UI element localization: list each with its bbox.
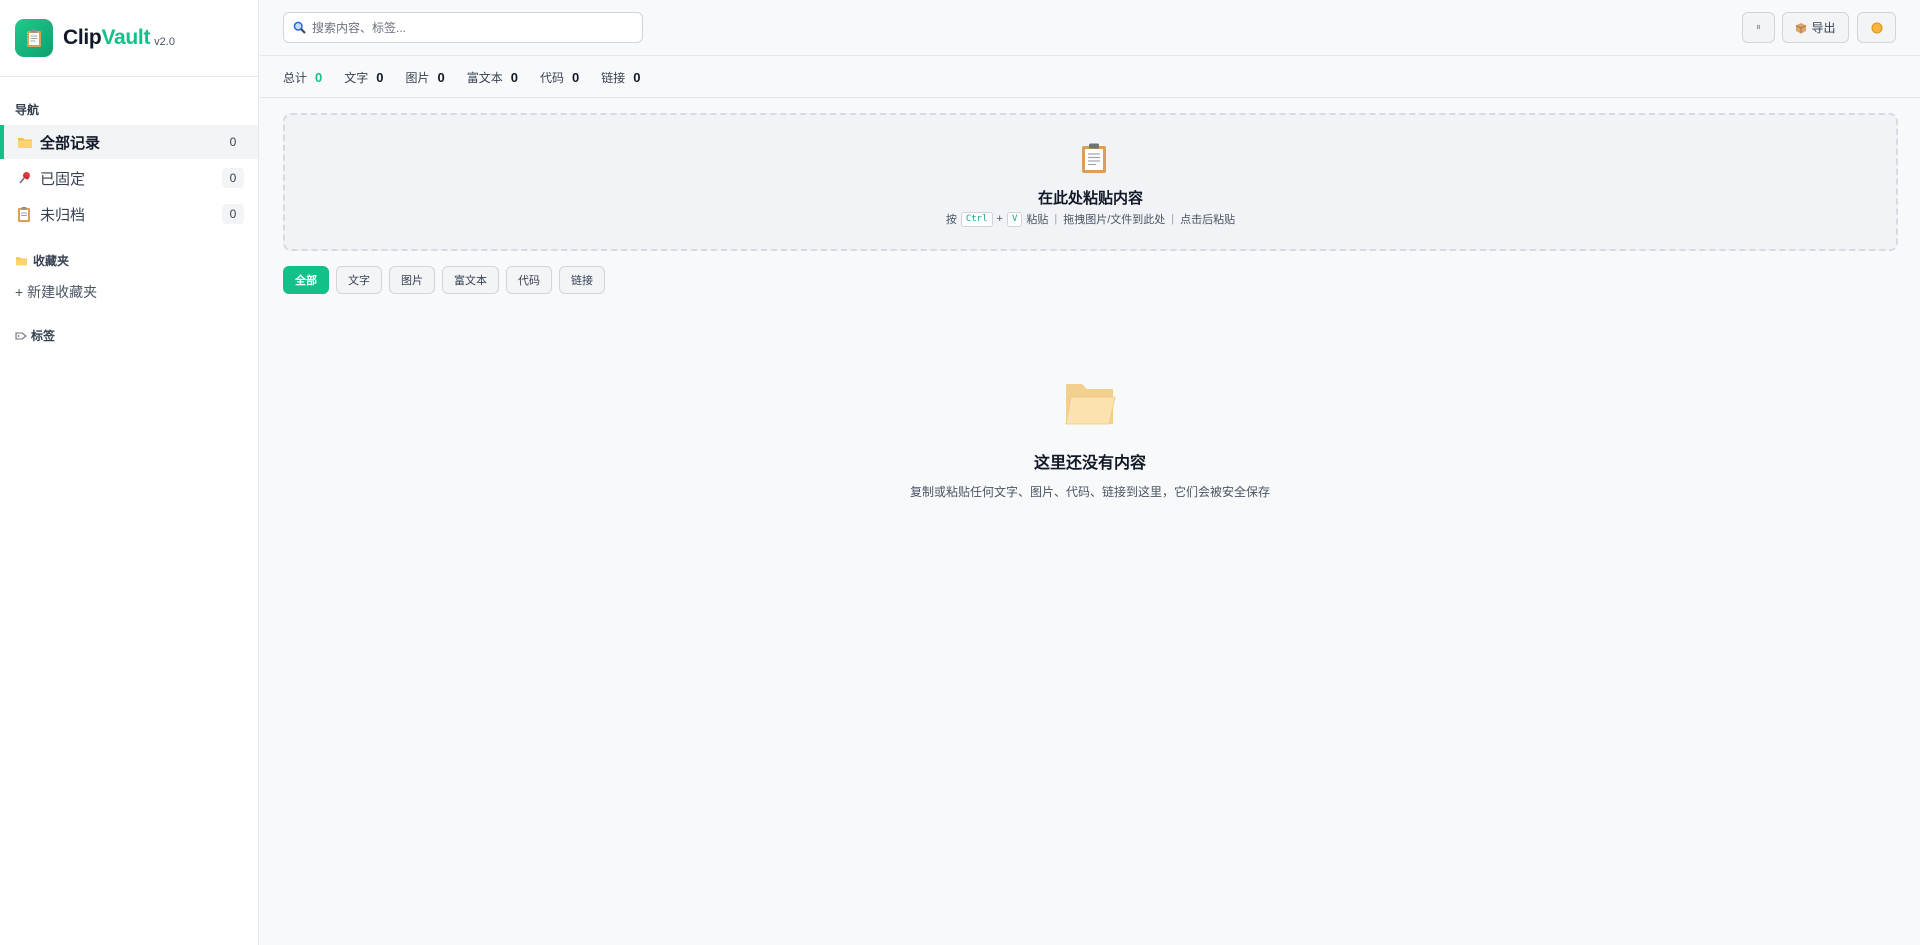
sidebar-item-count: 0 [222, 204, 244, 224]
pin-icon [17, 170, 37, 186]
tag-icon [15, 331, 27, 341]
hint-plus: + [996, 213, 1003, 225]
tags-heading-label: 标签 [31, 329, 56, 343]
stat-value: 0 [572, 69, 580, 85]
pause-button[interactable]: ⏸ [1742, 12, 1775, 43]
stat-label: 文字 [344, 70, 369, 85]
sidebar-item-label: 未归档 [40, 206, 86, 224]
sidebar-item-count: 0 [229, 135, 237, 149]
paste-zone[interactable]: 在此处粘贴内容 按 Ctrl + V 粘贴 | 拖拽图片/文件到此处 | 点击后… [283, 113, 1898, 251]
stat-value: 0 [315, 69, 323, 85]
stat-rich-text: 富文本 0 [467, 69, 518, 86]
stat-total: 总计 0 [283, 69, 322, 86]
empty-state-description: 复制或粘贴任何文字、图片、代码、链接到这里，它们会被安全保存 [909, 485, 1270, 499]
open-folder-icon [1063, 380, 1117, 433]
stat-label: 链接 [601, 70, 626, 85]
stat-value: 0 [437, 69, 445, 85]
sidebar-item-count: 0 [222, 168, 244, 188]
sidebar-item-pinned[interactable]: 已固定 0 [0, 161, 258, 195]
sidebar-item-label: 全部记录 [40, 134, 101, 152]
logo-row: ClipVault v2.0 [0, 0, 258, 77]
paste-zone-title: 在此处粘贴内容 [1037, 190, 1143, 207]
filter-all[interactable]: 全部 [283, 266, 329, 294]
stat-value: 0 [510, 69, 518, 85]
export-button-label: 导出 [1811, 21, 1836, 35]
stat-image: 图片 0 [406, 69, 445, 86]
type-filters: 全部 文字 图片 富文本 代码 链接 [283, 266, 612, 294]
favorites-heading: 收藏夹 [15, 252, 69, 269]
empty-state-title: 这里还没有内容 [1033, 455, 1146, 472]
stats-bar: 总计 0 文字 0 图片 0 富文本 0 代码 0 链接 0 [260, 57, 1920, 98]
favorites-heading-label: 收藏夹 [33, 254, 70, 268]
paste-zone-hint: 按 Ctrl + V 粘贴 | 拖拽图片/文件到此处 | 点击后粘贴 [285, 211, 1896, 227]
search-icon [293, 21, 306, 34]
clipboard-icon [1080, 142, 1108, 179]
stat-label: 代码 [540, 70, 565, 85]
nav-heading: 导航 [15, 103, 40, 117]
clipboard-logo-icon [27, 29, 41, 47]
stat-link: 链接 0 [601, 69, 640, 86]
export-button[interactable]: 导出 [1782, 12, 1849, 43]
stat-value: 0 [376, 69, 384, 85]
new-folder-button[interactable]: + 新建收藏夹 [15, 282, 97, 302]
sidebar: ClipVault v2.0 导航 全部记录 0 已固定 0 未归档 0 收藏夹… [0, 0, 259, 945]
stat-label: 富文本 [466, 70, 503, 85]
sidebar-item-unarchived[interactable]: 未归档 0 [0, 197, 258, 231]
stat-label: 总计 [283, 70, 308, 85]
hint-press: 按 [945, 214, 957, 226]
filter-rich-text[interactable]: 富文本 [442, 266, 499, 294]
kbd-v: V [1006, 211, 1023, 227]
theme-toggle-button[interactable] [1857, 12, 1896, 43]
hint-divider: | [1054, 213, 1058, 225]
clipboard-icon [17, 206, 37, 222]
kbd-ctrl: Ctrl [960, 211, 993, 227]
stat-code: 代码 0 [540, 69, 579, 86]
app-version: v2.0 [154, 36, 175, 48]
search-box[interactable] [283, 12, 643, 43]
sidebar-item-all-records[interactable]: 全部记录 0 [0, 125, 258, 159]
sidebar-item-label: 已固定 [40, 170, 86, 188]
filter-image[interactable]: 图片 [389, 266, 435, 294]
empty-state: 这里还没有内容 复制或粘贴任何文字、图片、代码、链接到这里，它们会被安全保存 [260, 380, 1920, 500]
package-icon [1795, 22, 1807, 34]
filter-text[interactable]: 文字 [336, 266, 382, 294]
stat-value: 0 [633, 69, 641, 85]
tags-heading: 标签 [15, 327, 55, 344]
stat-label: 图片 [405, 70, 430, 85]
app-name-part2: Vault [101, 26, 151, 49]
app-logo [15, 19, 53, 57]
stat-text: 文字 0 [344, 69, 383, 86]
search-input[interactable] [312, 20, 632, 35]
app-name: ClipVault [63, 26, 150, 50]
hint-drag: 拖拽图片/文件到此处 [1063, 214, 1166, 226]
hint-click: 点击后粘贴 [1180, 214, 1236, 226]
app-name-part1: Clip [63, 26, 102, 49]
folder-icon [17, 135, 37, 149]
hint-paste: 粘贴 [1026, 214, 1049, 226]
pause-icon: ⏸ [1756, 22, 1761, 33]
topbar: ⏸ 导出 [260, 0, 1920, 56]
folder-icon [15, 255, 28, 266]
filter-code[interactable]: 代码 [506, 266, 552, 294]
hint-divider: | [1171, 213, 1175, 225]
filter-link[interactable]: 链接 [559, 266, 605, 294]
sun-icon [1871, 22, 1883, 34]
